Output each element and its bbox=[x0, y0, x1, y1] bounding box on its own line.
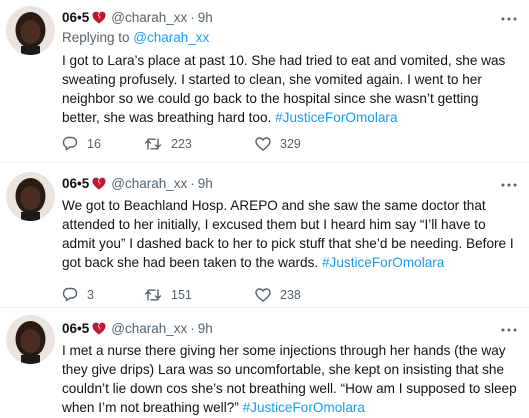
like-button[interactable]: 238 bbox=[255, 287, 301, 302]
retweet-icon bbox=[144, 137, 162, 151]
replying-prefix: Replying to bbox=[62, 30, 134, 45]
reply-button[interactable]: 16 bbox=[62, 136, 144, 151]
tweet-content: 06•5 @charah_xx · 9h Replying to @charah… bbox=[62, 8, 517, 151]
reply-count: 3 bbox=[87, 287, 94, 302]
reply-count: 16 bbox=[87, 136, 101, 151]
reply-button[interactable]: 3 bbox=[62, 287, 144, 302]
tweet-actions: 16 223 329 bbox=[62, 136, 301, 151]
tweet[interactable]: 06•5 @charah_xx · 9h I met a nurse there… bbox=[0, 307, 529, 418]
tweet-content: 06•5 @charah_xx · 9h We got to Beachland… bbox=[62, 174, 517, 302]
retweet-count: 151 bbox=[171, 287, 192, 302]
replying-to-mention[interactable]: @charah_xx bbox=[133, 30, 209, 45]
broken-heart-icon bbox=[92, 11, 106, 24]
like-button[interactable]: 329 bbox=[255, 136, 301, 151]
tweet[interactable]: 06•5 @charah_xx · 9h Replying to @charah… bbox=[0, 0, 529, 163]
avatar[interactable] bbox=[6, 315, 55, 364]
timestamp[interactable]: 9h bbox=[198, 321, 213, 336]
tweet-header: 06•5 @charah_xx · 9h bbox=[62, 8, 517, 26]
retweet-button[interactable]: 223 bbox=[144, 136, 255, 151]
hashtag-link[interactable]: #JusticeForOmolara bbox=[322, 255, 444, 270]
more-icon[interactable] bbox=[501, 174, 517, 190]
broken-heart-icon bbox=[92, 322, 106, 335]
like-icon bbox=[255, 136, 271, 151]
timestamp[interactable]: 9h bbox=[198, 10, 213, 25]
tweet-text: We got to Beachland Hosp. AREPO and she … bbox=[62, 196, 517, 272]
tweet-actions: 3 151 238 bbox=[62, 287, 301, 302]
hashtag-link[interactable]: #JusticeForOmolara bbox=[243, 400, 365, 415]
replying-to: Replying to @charah_xx bbox=[62, 30, 517, 45]
tweet-header: 06•5 @charah_xx · 9h bbox=[62, 174, 517, 192]
like-count: 329 bbox=[280, 136, 301, 151]
display-name[interactable]: 06•5 bbox=[62, 10, 89, 25]
tweet-header: 06•5 @charah_xx · 9h bbox=[62, 319, 517, 337]
display-name[interactable]: 06•5 bbox=[62, 321, 89, 336]
tweet[interactable]: 06•5 @charah_xx · 9h We got to Beachland… bbox=[0, 162, 529, 308]
handle[interactable]: @charah_xx bbox=[111, 176, 187, 191]
like-icon bbox=[255, 287, 271, 302]
reply-icon bbox=[62, 287, 78, 302]
more-icon[interactable] bbox=[501, 319, 517, 335]
retweet-button[interactable]: 151 bbox=[144, 287, 255, 302]
display-name[interactable]: 06•5 bbox=[62, 176, 89, 191]
retweet-icon bbox=[144, 288, 162, 302]
hashtag-link[interactable]: #JusticeForOmolara bbox=[275, 110, 397, 125]
timestamp[interactable]: 9h bbox=[198, 176, 213, 191]
retweet-count: 223 bbox=[171, 136, 192, 151]
avatar[interactable] bbox=[6, 172, 55, 221]
handle[interactable]: @charah_xx bbox=[111, 10, 187, 25]
reply-icon bbox=[62, 136, 78, 151]
handle[interactable]: @charah_xx bbox=[111, 321, 187, 336]
more-icon[interactable] bbox=[501, 8, 517, 24]
avatar[interactable] bbox=[6, 6, 55, 55]
separator-dot: · bbox=[190, 175, 195, 191]
broken-heart-icon bbox=[92, 177, 106, 190]
tweet-text: I met a nurse there giving her some inje… bbox=[62, 341, 517, 417]
tweet-text: I got to Lara’s place at past 10. She ha… bbox=[62, 51, 517, 127]
separator-dot: · bbox=[190, 320, 195, 336]
like-count: 238 bbox=[280, 287, 301, 302]
separator-dot: · bbox=[190, 9, 195, 25]
tweet-body: We got to Beachland Hosp. AREPO and she … bbox=[62, 198, 514, 270]
tweet-content: 06•5 @charah_xx · 9h I met a nurse there… bbox=[62, 319, 517, 417]
